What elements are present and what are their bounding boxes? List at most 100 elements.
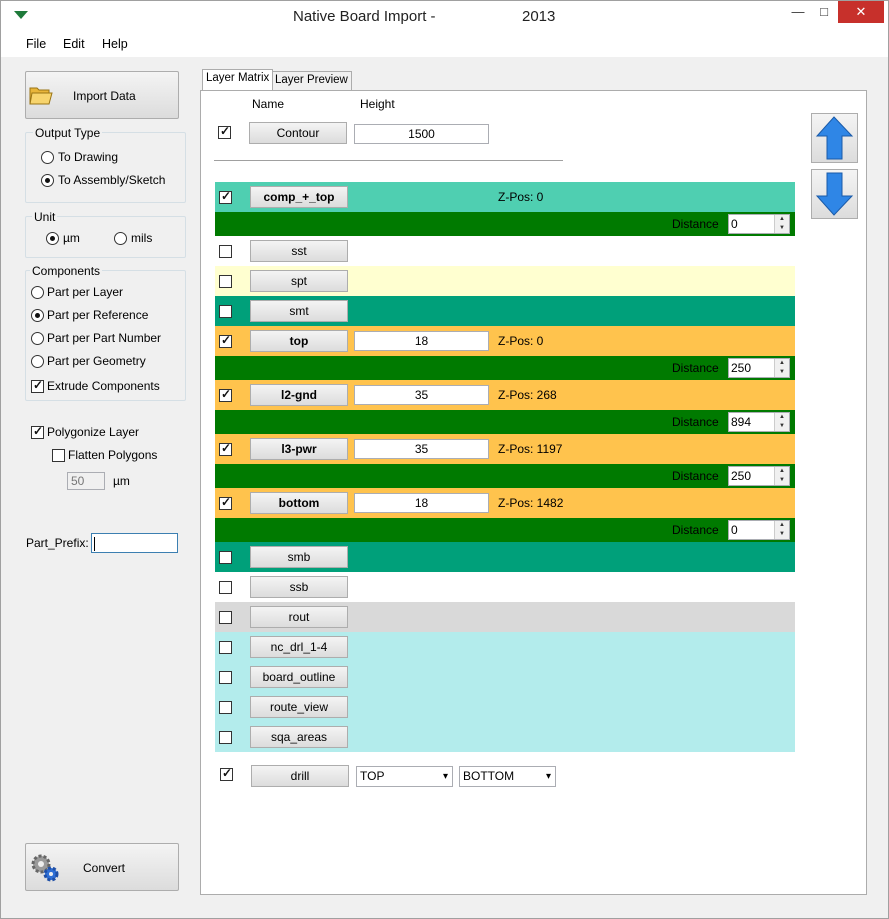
layer-button[interactable]: l2-gnd — [250, 384, 348, 406]
layer-button[interactable]: ssb — [250, 576, 348, 598]
layer-button[interactable]: route_view — [250, 696, 348, 718]
distance-label: Distance — [672, 415, 719, 429]
to-assembly-radio[interactable] — [41, 174, 54, 187]
layer-checkbox[interactable] — [219, 245, 232, 258]
spinner-arrows-icon[interactable]: ▲ ▼ — [774, 359, 789, 377]
layer-checkbox[interactable] — [219, 441, 232, 456]
spinner-arrows-icon[interactable]: ▲ ▼ — [774, 413, 789, 431]
part-prefix-input[interactable] — [91, 533, 178, 553]
part-per-layer-radio[interactable] — [31, 286, 44, 299]
menu-edit[interactable]: Edit — [63, 37, 85, 51]
distance-row: Distance 894 ▲ ▼ — [215, 410, 795, 434]
menu-help[interactable]: Help — [102, 37, 128, 51]
layer-button[interactable]: sst — [250, 240, 348, 262]
layer-button[interactable]: nc_drl_1-4 — [250, 636, 348, 658]
layer-height-input[interactable]: 18 — [354, 331, 489, 351]
layer-button[interactable]: smb — [250, 546, 348, 568]
gears-icon — [31, 854, 59, 882]
layer-checkbox[interactable] — [219, 333, 232, 348]
layer-checkbox[interactable] — [219, 611, 232, 624]
unit-um-label: µm — [63, 231, 80, 245]
polygonize-layer-checkbox[interactable] — [31, 424, 44, 439]
layer-checkbox[interactable] — [219, 731, 232, 744]
spinner-arrows-icon[interactable]: ▲ ▼ — [774, 215, 789, 233]
drill-to-select[interactable]: BOTTOM ▾ — [459, 766, 556, 787]
tab-layer-matrix[interactable]: Layer Matrix — [202, 69, 274, 90]
drill-from-value: TOP — [360, 769, 385, 783]
layer-checkbox[interactable] — [219, 581, 232, 594]
drill-from-select[interactable]: TOP ▾ — [356, 766, 453, 787]
output-type-group — [25, 132, 186, 203]
layer-button[interactable]: sqa_areas — [250, 726, 348, 748]
layer-checkbox[interactable] — [219, 387, 232, 402]
drill-button[interactable]: drill — [251, 765, 349, 787]
components-title: Components — [30, 264, 103, 278]
distance-label: Distance — [672, 469, 719, 483]
chevron-down-icon: ▾ — [442, 771, 448, 782]
extrude-components-checkbox[interactable] — [31, 378, 44, 393]
layer-button[interactable]: smt — [250, 300, 348, 322]
to-drawing-radio[interactable] — [41, 151, 54, 164]
layer-height-input[interactable]: 35 — [354, 385, 489, 405]
layer-checkbox[interactable] — [219, 701, 232, 714]
distance-spinner[interactable]: 250 ▲ ▼ — [728, 466, 790, 486]
chevron-down-icon: ▾ — [545, 771, 551, 782]
layer-button[interactable]: board_outline — [250, 666, 348, 688]
unit-mils-label: mils — [131, 231, 153, 245]
layer-height-input[interactable]: 35 — [354, 439, 489, 459]
layer-button[interactable]: top — [250, 330, 348, 352]
layer-checkbox[interactable] — [219, 551, 232, 564]
menu-file[interactable]: File — [26, 37, 46, 51]
distance-spinner[interactable]: 0 ▲ ▼ — [728, 214, 790, 234]
layer-row: comp_+_top Z-Pos: 0 — [215, 182, 795, 212]
layer-button[interactable]: spt — [250, 270, 348, 292]
layer-row: rout — [215, 602, 795, 632]
import-data-button[interactable]: Import Data — [25, 71, 179, 119]
contour-height-input[interactable]: 1500 — [354, 124, 489, 144]
close-button[interactable]: ✕ — [838, 1, 884, 23]
contour-checkbox[interactable] — [218, 124, 231, 139]
distance-spinner[interactable]: 0 ▲ ▼ — [728, 520, 790, 540]
contour-button[interactable]: Contour — [249, 122, 347, 144]
name-column-header: Name — [252, 97, 285, 111]
layer-checkbox[interactable] — [219, 189, 232, 204]
menu-bar: File Edit Help — [1, 31, 888, 57]
part-per-part-number-radio[interactable] — [31, 332, 44, 345]
distance-spinner[interactable]: 250 ▲ ▼ — [728, 358, 790, 378]
flatten-value-input[interactable]: 50 — [67, 472, 105, 490]
drill-checkbox[interactable] — [220, 766, 233, 781]
layer-zpos: Z-Pos: 0 — [498, 190, 544, 204]
layer-button[interactable]: comp_+_top — [250, 186, 348, 208]
tab-layer-preview[interactable]: Layer Preview — [271, 71, 352, 90]
unit-um-radio[interactable] — [46, 232, 59, 245]
unit-mils-radio[interactable] — [114, 232, 127, 245]
distance-spinner[interactable]: 894 ▲ ▼ — [728, 412, 790, 432]
part-per-reference-radio[interactable] — [31, 309, 44, 322]
spinner-arrows-icon[interactable]: ▲ ▼ — [774, 467, 789, 485]
layer-button[interactable]: l3-pwr — [250, 438, 348, 460]
layer-checkbox[interactable] — [219, 495, 232, 510]
convert-button[interactable]: Convert — [25, 843, 179, 891]
layer-button[interactable]: rout — [250, 606, 348, 628]
layer-button[interactable]: bottom — [250, 492, 348, 514]
move-down-button[interactable] — [811, 169, 858, 219]
layer-zpos: Z-Pos: 268 — [498, 388, 557, 402]
layer-row: nc_drl_1-4 — [215, 632, 795, 662]
flatten-polygons-checkbox[interactable] — [52, 449, 65, 462]
layer-checkbox[interactable] — [219, 671, 232, 684]
layer-checkbox[interactable] — [219, 275, 232, 288]
layer-row: top 18 Z-Pos: 0 — [215, 326, 795, 356]
layer-row: board_outline — [215, 662, 795, 692]
part-per-geometry-radio[interactable] — [31, 355, 44, 368]
layer-checkbox[interactable] — [219, 305, 232, 318]
layer-zpos: Z-Pos: 1482 — [498, 496, 564, 510]
layer-row: route_view — [215, 692, 795, 722]
move-up-button[interactable] — [811, 113, 858, 163]
distance-label: Distance — [672, 361, 719, 375]
spinner-arrows-icon[interactable]: ▲ ▼ — [774, 521, 789, 539]
distance-label: Distance — [672, 217, 719, 231]
maximize-button[interactable]: □ — [807, 1, 841, 23]
convert-label: Convert — [83, 861, 126, 875]
layer-checkbox[interactable] — [219, 641, 232, 654]
layer-height-input[interactable]: 18 — [354, 493, 489, 513]
